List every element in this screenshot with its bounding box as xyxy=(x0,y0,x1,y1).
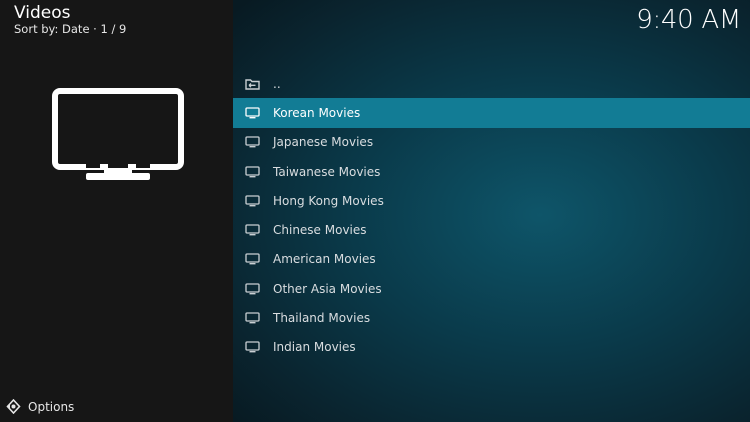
options-label: Options xyxy=(28,399,75,414)
tv-thumbnail-icon xyxy=(52,88,184,180)
list-item[interactable]: Chinese Movies xyxy=(233,215,750,244)
parent-folder-label: .. xyxy=(273,76,281,91)
tv-icon xyxy=(244,311,261,325)
tv-icon xyxy=(244,282,261,296)
list-item[interactable]: Taiwanese Movies xyxy=(233,157,750,186)
sort-info: Sort by: Date · 1 / 9 xyxy=(14,22,127,36)
tv-icon xyxy=(244,223,261,237)
list-item-label: Japanese Movies xyxy=(273,135,374,150)
kodi-videos-screen: Videos Sort by: Date · 1 / 9 Options 9:4… xyxy=(0,0,750,422)
list-item-label: American Movies xyxy=(273,252,376,267)
tv-icon xyxy=(244,252,261,266)
tv-icon xyxy=(244,194,261,208)
list-item[interactable]: Indian Movies xyxy=(233,333,750,362)
folder-back-icon xyxy=(244,77,261,91)
parent-folder-item[interactable]: .. xyxy=(233,69,750,98)
tv-icon xyxy=(244,106,261,120)
list-item[interactable]: Korean Movies xyxy=(233,98,750,128)
list-item-label: Korean Movies xyxy=(273,105,361,120)
tv-icon xyxy=(244,165,261,179)
list-item-label: Other Asia Movies xyxy=(273,281,382,296)
list-item[interactable]: Thailand Movies xyxy=(233,303,750,332)
list-item[interactable]: Japanese Movies xyxy=(233,128,750,157)
clock: 9:40 AM xyxy=(636,5,741,35)
list-item[interactable]: Hong Kong Movies xyxy=(233,186,750,215)
options-icon xyxy=(6,399,21,414)
list-item-label: Thailand Movies xyxy=(273,311,371,326)
folder-list: .. Korean Movies Japanese Movies Taiwane… xyxy=(233,69,750,362)
tv-icon xyxy=(244,135,261,149)
list-item[interactable]: Other Asia Movies xyxy=(233,274,750,303)
page-title: Videos xyxy=(14,3,71,23)
list-item-label: Chinese Movies xyxy=(273,223,367,238)
list-item-label: Hong Kong Movies xyxy=(273,193,384,208)
info-panel: Videos Sort by: Date · 1 / 9 Options xyxy=(0,0,233,422)
options-button[interactable]: Options xyxy=(6,399,74,414)
tv-icon xyxy=(244,340,261,354)
list-item[interactable]: American Movies xyxy=(233,245,750,274)
list-item-label: Indian Movies xyxy=(273,340,356,355)
list-item-label: Taiwanese Movies xyxy=(273,164,381,179)
